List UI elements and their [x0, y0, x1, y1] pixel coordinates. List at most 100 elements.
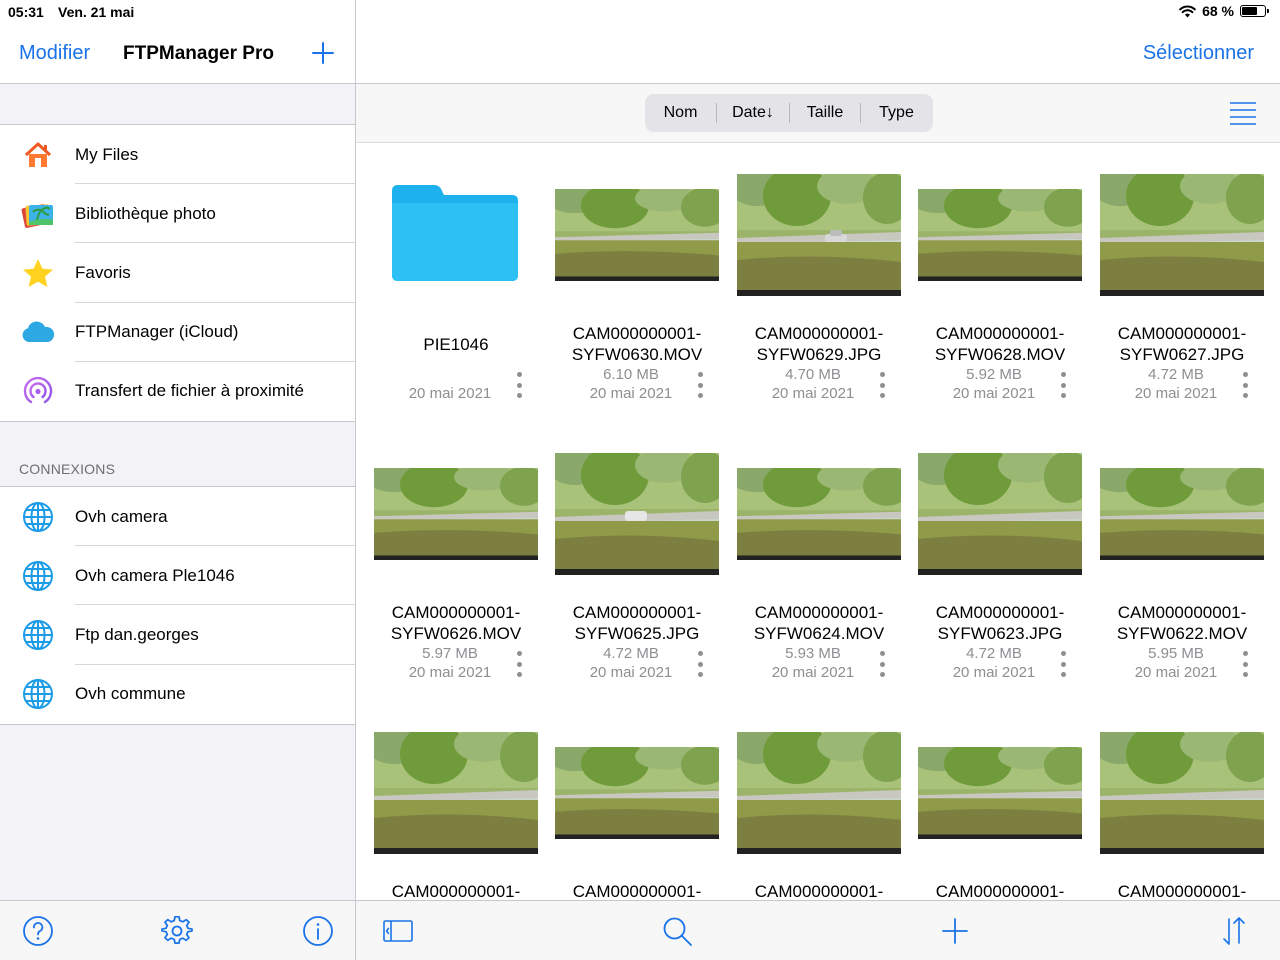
battery-percent: 68 % [1202, 3, 1234, 19]
file-date: 20 mai 2021 [952, 664, 1036, 681]
file-name: CAM000000001- [391, 882, 521, 900]
sort-bar: Nom Date↓ Taille Type [356, 84, 1280, 143]
media-thumbnail [555, 453, 719, 575]
media-thumbnail [374, 468, 538, 560]
media-thumbnail [918, 747, 1082, 839]
file-name: CAM000000001- [754, 882, 884, 900]
sidebar-item-label: Transfert de fichier à proximité [75, 381, 304, 401]
file-browser: Sélectionner Nom Date↓ Taille Type PIE10… [356, 0, 1280, 960]
file-size: 5.93 MB [785, 645, 841, 662]
more-options-button[interactable] [879, 651, 885, 677]
sidebar-item-my-files[interactable]: My Files [0, 125, 355, 185]
status-time: 05:31 [8, 4, 44, 20]
star-icon [20, 255, 56, 291]
file-date: 20 mai 2021 [408, 664, 492, 681]
app-window: 05:31 Ven. 21 mai 68 % Modifier FTPManag… [0, 0, 1280, 960]
file-name: CAM000000001- [935, 882, 1065, 900]
file-date: 20 mai 2021 [589, 664, 673, 681]
sort-by-date[interactable]: Date↓ [717, 104, 789, 122]
sidebar-title: FTPManager Pro [123, 43, 274, 64]
file-date: 20 mai 2021 [1134, 664, 1218, 681]
more-options-button[interactable] [1060, 372, 1066, 398]
globe-icon [20, 617, 56, 653]
globe-icon [20, 499, 56, 535]
wifi-icon [1179, 4, 1196, 17]
file-name: CAM000000001- SYFW0627.JPG [1117, 324, 1247, 364]
more-options-button[interactable] [516, 372, 522, 398]
file-date: 20 mai 2021 [771, 664, 855, 681]
connection-ftp-dan-georges[interactable]: Ftp dan.georges [0, 605, 355, 665]
select-button[interactable]: Sélectionner [1143, 42, 1254, 65]
file-name: PIE1046 [423, 335, 489, 354]
file-date: 20 mai 2021 [771, 385, 855, 402]
media-thumbnail [737, 174, 901, 296]
list-view-button[interactable] [1230, 101, 1256, 125]
media-thumbnail [1100, 732, 1264, 854]
connection-ovh-camera[interactable]: Ovh camera [0, 487, 355, 547]
transfer-arrows-icon[interactable] [1218, 915, 1250, 947]
connection-label: Ovh camera Ple1046 [75, 565, 235, 585]
file-grid: PIE1046 20 mai 2021 CAM000000001- SYFW0630.… [356, 143, 1280, 900]
more-options-button[interactable] [697, 651, 703, 677]
sidebar-item-label: Bibliothèque photo [75, 203, 216, 223]
file-name: CAM000000001- [572, 882, 702, 900]
sidebar-item-photo-library[interactable]: Bibliothèque photo [0, 184, 355, 244]
media-thumbnail [1100, 468, 1264, 560]
connection-label: Ovh camera [75, 506, 168, 526]
media-thumbnail [737, 468, 901, 560]
media-thumbnail [374, 732, 538, 854]
more-options-button[interactable] [1242, 372, 1248, 398]
file-size: 4.72 MB [966, 645, 1022, 662]
status-date: Ven. 21 mai [58, 4, 135, 20]
file-name: CAM000000001- SYFW0622.MOV [1116, 603, 1248, 643]
locations-group: My Files Bibliothèque photo Favoris FTPM… [0, 124, 355, 422]
more-options-button[interactable] [879, 372, 885, 398]
sidebar-item-nearby-transfer[interactable]: Transfert de fichier à proximité [0, 362, 355, 421]
file-size: 5.97 MB [422, 645, 478, 662]
status-right: 68 % [1179, 3, 1269, 19]
sidebar-toggle-button[interactable] [382, 915, 414, 947]
add-connection-button[interactable] [311, 41, 335, 65]
file-date: 20 mai 2021 [408, 385, 492, 402]
file-date: 20 mai 2021 [589, 385, 673, 402]
file-size: 4.70 MB [785, 366, 841, 383]
file-name: CAM000000001- SYFW0624.MOV [753, 603, 885, 643]
globe-icon [20, 676, 56, 712]
file-name: CAM000000001- SYFW0629.JPG [754, 324, 884, 364]
connection-ovh-commune[interactable]: Ovh commune [0, 665, 355, 724]
more-options-button[interactable] [516, 651, 522, 677]
sidebar-item-label: Favoris [75, 262, 131, 282]
house-icon [20, 137, 56, 173]
more-options-button[interactable] [1060, 651, 1066, 677]
sort-by-type[interactable]: Type [861, 104, 932, 122]
photos-icon [20, 196, 56, 232]
edit-button[interactable]: Modifier [19, 42, 90, 65]
file-size: 4.72 MB [1148, 366, 1204, 383]
info-button[interactable] [302, 915, 334, 947]
settings-gear-button[interactable] [161, 915, 193, 947]
status-bar: 05:31 Ven. 21 mai 68 % [0, 0, 1280, 24]
media-thumbnail [918, 189, 1082, 281]
airdrop-icon [20, 373, 56, 409]
search-icon[interactable] [661, 915, 693, 947]
add-button[interactable] [939, 915, 971, 947]
help-button[interactable] [22, 915, 54, 947]
connection-ovh-camera-ple1046[interactable]: Ovh camera Ple1046 [0, 546, 355, 606]
connections-header: CONNEXIONS [19, 461, 116, 477]
sidebar-toolbar [0, 900, 355, 960]
sidebar-item-icloud[interactable]: FTPManager (iCloud) [0, 303, 355, 362]
file-name: CAM000000001- SYFW0623.JPG [935, 603, 1065, 643]
sidebar-item-favorites[interactable]: Favoris [0, 243, 355, 303]
sidebar-item-label: FTPManager (iCloud) [75, 322, 239, 342]
folder-icon [392, 183, 520, 283]
media-thumbnail [737, 732, 901, 854]
file-name: CAM000000001- SYFW0625.JPG [572, 603, 702, 643]
file-name: CAM000000001- SYFW0630.MOV [571, 324, 703, 364]
sort-by-name[interactable]: Nom [645, 104, 716, 122]
more-options-button[interactable] [1242, 651, 1248, 677]
more-options-button[interactable] [697, 372, 703, 398]
file-size: 4.72 MB [603, 645, 659, 662]
main-toolbar [356, 900, 1280, 960]
sidebar: Modifier FTPManager Pro My Files Bibliot… [0, 0, 356, 960]
sort-by-size[interactable]: Taille [790, 104, 860, 122]
